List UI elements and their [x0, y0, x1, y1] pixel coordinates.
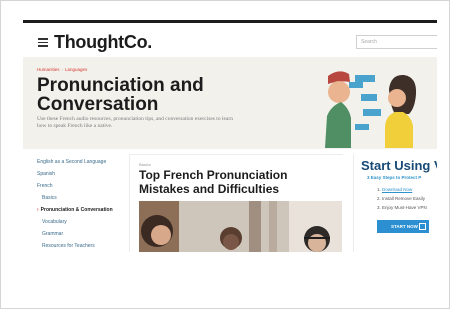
sidebar-item-spanish[interactable]: Spanish: [37, 168, 127, 180]
article-category: Basics: [139, 162, 151, 167]
breadcrumb: Humanities › Languages: [37, 67, 87, 72]
ad-steps: 1. Download Now 2. Install Remove Easily…: [377, 185, 427, 212]
sidebar-item-vocabulary[interactable]: Vocabulary: [37, 216, 127, 228]
ad-step-2: 2. Install Remove Easily: [377, 196, 426, 201]
logo-suffix: Co.: [123, 32, 152, 52]
breadcrumb-humanities[interactable]: Humanities: [37, 67, 60, 72]
hamburger-menu-icon[interactable]: [38, 38, 48, 47]
sidebar-item-french[interactable]: French: [37, 180, 127, 192]
sidebar-item-basics[interactable]: Basics: [37, 192, 127, 204]
sidebar-item-pronunciation[interactable]: › Pronunciation & Conversation: [37, 204, 127, 216]
start-now-label: START NOW: [391, 224, 418, 229]
breadcrumb-separator: ›: [61, 67, 64, 72]
sidebar-item-esl[interactable]: English as a Second Language: [37, 156, 127, 168]
browser-viewport: ThoughtCo. Search Humanities › Languages P…: [23, 20, 437, 252]
logo-main: Thought: [54, 32, 124, 52]
sidebar-nav: English as a Second Language Spanish Fre…: [37, 156, 127, 252]
page-title: Pronunciation and Conversation: [37, 75, 204, 115]
article-card[interactable]: Basics Top French Pronunciation Mistakes…: [129, 154, 343, 252]
ad-subtitle: 3 Easy Steps to Protect P: [367, 175, 422, 180]
search-input[interactable]: Search: [356, 35, 437, 49]
breadcrumb-languages[interactable]: Languages: [65, 67, 87, 72]
start-now-button[interactable]: START NOW: [377, 220, 429, 233]
article-title[interactable]: Top French Pronunciation Mistakes and Di…: [139, 168, 339, 196]
article-photo[interactable]: [139, 201, 342, 252]
sidebar-item-resources[interactable]: Resources for Teachers: [37, 240, 127, 252]
ad-step-3: 3. Enjoy Must-Have VPN: [377, 205, 427, 210]
sidebar-item-label: Pronunciation & Conversation: [40, 207, 113, 213]
ad-step-1-number: 1.: [377, 187, 381, 192]
site-logo[interactable]: ThoughtCo.: [54, 32, 152, 53]
active-caret-icon: ›: [37, 207, 39, 213]
page-description: Use these French audio resources, pronun…: [37, 116, 233, 129]
ad-title: Start Using V: [361, 158, 437, 173]
conversation-illustration: [325, 71, 417, 148]
ad-banner[interactable]: Start Using V 3 Easy Steps to Protect P …: [353, 154, 437, 252]
download-icon: [419, 223, 426, 230]
window-frame: ThoughtCo. Search Humanities › Languages P…: [0, 0, 450, 309]
download-link[interactable]: Download Now: [382, 187, 412, 192]
ad-step-1[interactable]: 1. Download Now: [377, 185, 427, 194]
sidebar-item-grammar[interactable]: Grammar: [37, 228, 127, 240]
